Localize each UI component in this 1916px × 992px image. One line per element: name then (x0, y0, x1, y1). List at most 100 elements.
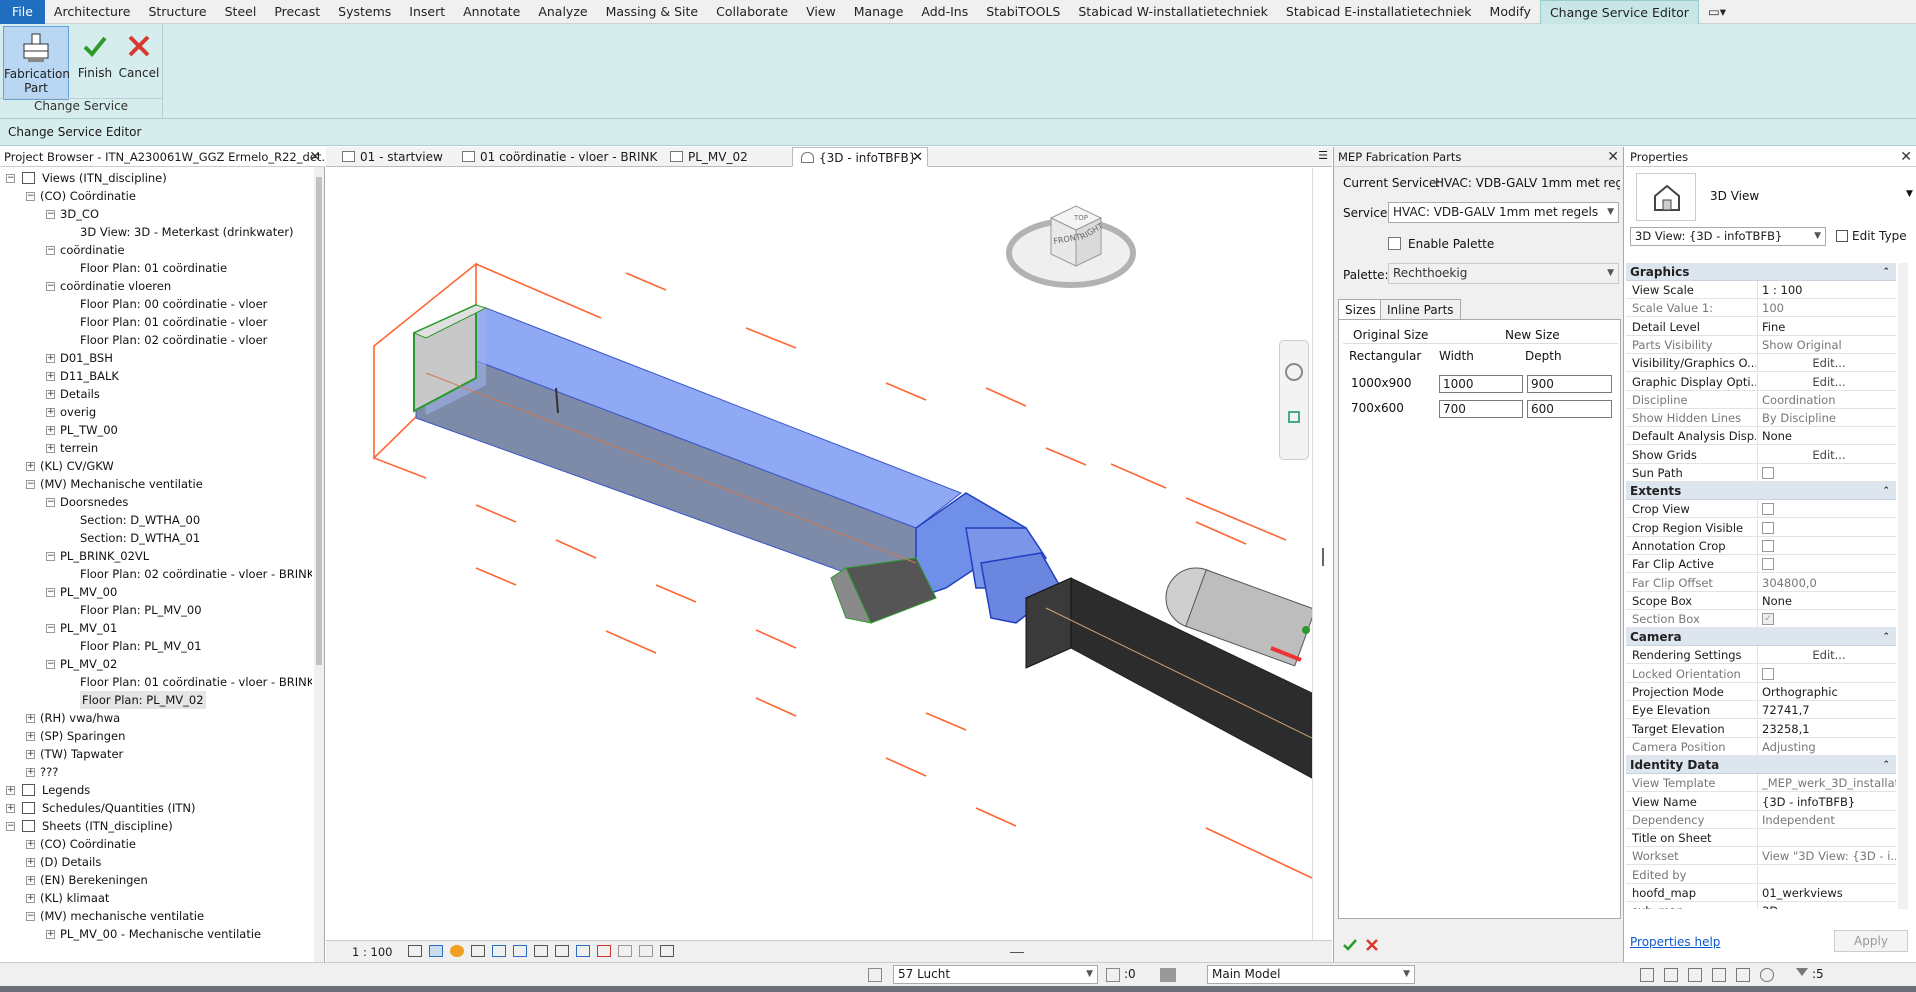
collapse-icon[interactable]: − (26, 480, 35, 489)
instance-selector[interactable]: 3D View: {3D - infoTBFB} ▼ (1630, 227, 1826, 246)
browser-view-item[interactable]: Floor Plan: 01 coördinatie (80, 259, 227, 277)
tab-startview[interactable]: 01 - startview (334, 147, 444, 167)
property-row[interactable]: Visibility/Graphics O... Edit... (1626, 354, 1896, 373)
resize-handle[interactable] (1010, 952, 1024, 953)
view-scale[interactable]: 1 : 100 (352, 941, 392, 963)
property-row[interactable]: hoofd_map 01_werkviews (1626, 884, 1896, 902)
property-value[interactable]: Adjusting (1757, 737, 1896, 756)
navigation-bar[interactable] (1279, 340, 1309, 460)
section-graphics[interactable]: Graphics ⌃ (1626, 263, 1896, 281)
edit-button[interactable]: Edit... (1757, 354, 1896, 373)
property-value[interactable]: None (1757, 427, 1896, 446)
property-row[interactable]: Show Hidden Lines By Discipline (1626, 409, 1896, 428)
collapse-icon[interactable]: − (26, 192, 35, 201)
browser-folder-item[interactable]: PL_MV_00 - Mechanische ventilatie (60, 925, 261, 943)
collapse-icon[interactable]: − (46, 660, 55, 669)
expand-icon[interactable]: + (6, 804, 15, 813)
expand-icon[interactable]: + (46, 390, 55, 399)
apply-button[interactable]: Apply (1834, 930, 1908, 952)
section-camera[interactable]: Camera ⌃ (1626, 628, 1896, 647)
property-value[interactable]: None (1757, 591, 1896, 610)
collapse-icon[interactable]: − (46, 498, 55, 507)
expand-icon[interactable]: + (26, 714, 35, 723)
width-input-row-1[interactable]: 1000 (1439, 375, 1523, 393)
browser-folder-item[interactable]: Views (ITN_discipline) (42, 169, 167, 187)
collapse-icon[interactable]: ⌃ (1882, 628, 1890, 646)
property-value[interactable] (1757, 500, 1896, 519)
browser-view-item[interactable]: 3D View: 3D - Meterkast (drinkwater) (80, 223, 294, 241)
section-extents[interactable]: Extents ⌃ (1626, 482, 1896, 501)
scrollbar-thumb[interactable] (1322, 548, 1324, 566)
type-selector[interactable]: 3D View ▼ (1630, 169, 1916, 225)
property-row[interactable]: Edited by (1626, 865, 1896, 884)
collapse-icon[interactable]: − (46, 588, 55, 597)
property-value[interactable]: 3D (1757, 902, 1896, 909)
browser-view-item[interactable]: Floor Plan: 02 coördinatie - vloer - BRI… (80, 565, 312, 583)
fabrication-part-button[interactable]: Fabrication Part (3, 26, 70, 100)
property-row[interactable]: Detail Level Fine (1626, 317, 1896, 336)
browser-folder-item[interactable]: terrein (60, 439, 98, 457)
browser-folder-item[interactable]: PL_BRINK_02VL (60, 547, 149, 565)
width-input-row-2[interactable]: 700 (1439, 400, 1523, 418)
property-row[interactable]: Crop View (1626, 500, 1896, 519)
browser-folder-item[interactable]: overig (60, 403, 96, 421)
browser-folder-item[interactable]: (SP) Sparingen (40, 727, 125, 745)
property-value[interactable] (1757, 536, 1896, 555)
property-row[interactable]: Workset View "3D View: {3D - i... (1626, 847, 1896, 866)
property-checkbox[interactable] (1762, 467, 1774, 479)
property-row[interactable]: Scope Box None (1626, 591, 1896, 610)
collapse-icon[interactable]: − (46, 210, 55, 219)
collapse-icon[interactable]: ⌃ (1882, 263, 1890, 281)
property-value[interactable] (1757, 664, 1896, 683)
ribbon-tab-annotate[interactable]: Annotate (454, 0, 529, 24)
edit-button[interactable]: Edit... (1757, 445, 1896, 464)
browser-folder-item[interactable]: (MV) Mechanische ventilatie (40, 475, 203, 493)
browser-folder-item[interactable]: (D) Details (40, 853, 101, 871)
background-processes-icon[interactable] (1760, 968, 1774, 982)
collapse-icon[interactable]: − (6, 174, 15, 183)
expand-icon[interactable]: + (26, 876, 35, 885)
edit-button[interactable]: Edit... (1757, 646, 1896, 665)
filter-icon[interactable] (1796, 968, 1808, 976)
browser-view-item[interactable]: Floor Plan: PL_MV_00 (80, 601, 202, 619)
property-row[interactable]: Graphic Display Opti... Edit... (1626, 372, 1896, 391)
property-row[interactable]: Title on Sheet (1626, 829, 1896, 848)
depth-input-row-2[interactable]: 600 (1527, 400, 1612, 418)
browser-folder-item[interactable]: 3D_CO (60, 205, 99, 223)
property-value[interactable]: _MEP_werk_3D_installat (1757, 774, 1896, 793)
ribbon-tab-structure[interactable]: Structure (139, 0, 215, 24)
collapse-icon[interactable]: − (46, 624, 55, 633)
browser-folder-item[interactable]: (KL) klimaat (40, 889, 109, 907)
ribbon-tab-analyze[interactable]: Analyze (529, 0, 596, 24)
browser-folder-item[interactable]: (KL) CV/GKW (40, 457, 114, 475)
browser-folder-item[interactable]: PL_MV_00 (60, 583, 117, 601)
property-row[interactable]: Crop Region Visible (1626, 518, 1896, 537)
tab-inline-parts[interactable]: Inline Parts (1380, 299, 1461, 320)
property-checkbox[interactable] (1762, 503, 1774, 516)
select-underlay-icon[interactable] (1664, 968, 1678, 982)
browser-view-item[interactable]: Floor Plan: PL_MV_02 (80, 691, 206, 709)
ribbon-tab-change-service-editor[interactable]: Change Service Editor (1539, 0, 1699, 24)
property-value[interactable] (1757, 865, 1896, 884)
property-value[interactable] (1757, 464, 1896, 482)
property-row[interactable]: Show Grids Edit... (1626, 445, 1896, 464)
property-value[interactable]: Show Original (1757, 335, 1896, 354)
browser-folder-item[interactable]: (CO) Coördinatie (40, 187, 136, 205)
browser-folder-item[interactable]: (RH) vwa/hwa (40, 709, 120, 727)
close-icon[interactable]: ✕ (1607, 147, 1619, 166)
finish-button[interactable]: Finish (74, 26, 116, 100)
ribbon-tab-manage[interactable]: Manage (845, 0, 913, 24)
property-value[interactable]: Independent (1757, 810, 1896, 829)
property-checkbox[interactable] (1762, 558, 1774, 571)
enable-palette-checkbox[interactable] (1388, 237, 1401, 250)
browser-folder-item[interactable]: (EN) Berekeningen (40, 871, 148, 889)
property-row[interactable]: View Scale 1 : 100 (1626, 281, 1896, 299)
cancel-button[interactable] (1364, 937, 1380, 956)
property-row[interactable]: Camera Position Adjusting (1626, 737, 1896, 756)
property-value[interactable]: 100 (1757, 299, 1896, 318)
browser-view-item[interactable]: Floor Plan: 01 coördinatie - vloer (80, 313, 267, 331)
property-row[interactable]: Sun Path (1626, 464, 1896, 482)
property-value[interactable]: 23258,1 (1757, 719, 1896, 738)
property-row[interactable]: Section Box ✓ (1626, 610, 1896, 629)
property-value[interactable]: {3D - infoTBFB} (1757, 792, 1896, 811)
